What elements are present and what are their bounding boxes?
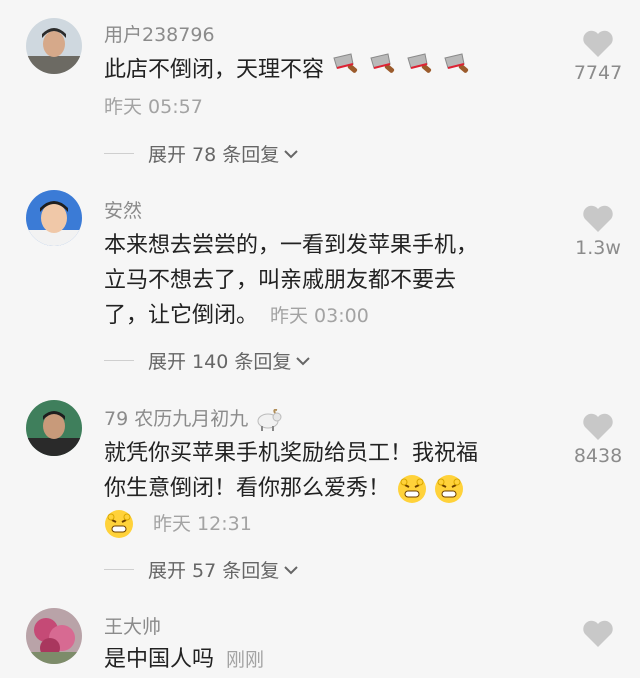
divider xyxy=(104,569,134,570)
chevron-down-icon xyxy=(284,565,298,574)
username-text: 79 农历九月初九 xyxy=(104,408,249,430)
heart-icon xyxy=(583,620,613,647)
replies-label: 展开 140 条回复 xyxy=(148,351,292,373)
comment-text: 就凭你买苹果手机奖励给员工！我祝福 你生意倒闭！看你那么爱秀！ 昨天 12:31 xyxy=(104,436,544,542)
like-button[interactable] xyxy=(568,620,628,648)
comment-text: 是中国人吗 刚刚 xyxy=(104,642,544,678)
comment-meta-line: 昨天 12:31 xyxy=(104,506,544,542)
comment-username[interactable]: 用户238796 xyxy=(104,20,215,47)
avatar[interactable] xyxy=(26,190,82,246)
grimace-emoji xyxy=(435,475,464,503)
heart-icon xyxy=(583,413,613,440)
comment-text-line-2: 你生意倒闭！看你那么爱秀！ xyxy=(104,471,544,506)
replies-label: 展开 78 条回复 xyxy=(148,144,280,166)
comment-text-content: 是中国人吗 xyxy=(104,647,215,672)
expand-replies-button[interactable]: 展开 57 条回复 xyxy=(104,556,299,583)
comment-text-line: 本来想去尝尝的，一看到发苹果手机， xyxy=(104,233,479,258)
like-count: 8438 xyxy=(573,445,623,467)
expand-replies-button[interactable]: 展开 78 条回复 xyxy=(104,140,299,167)
comment-text-line-last: 了，让它倒闭。 昨天 03:00 xyxy=(104,298,544,334)
comment-text-line: 了，让它倒闭。 xyxy=(104,303,259,328)
comment-time: 刚刚 xyxy=(226,649,265,671)
comment-text: 本来想去尝尝的，一看到发苹果手机， 立马不想去了，叫亲戚朋友都不要去 了，让它倒… xyxy=(104,228,544,334)
comment-username[interactable]: 王大帅 xyxy=(104,612,161,639)
comment-text-line: 立马不想去了，叫亲戚朋友都不要去 xyxy=(104,268,457,293)
grimace-emoji xyxy=(398,475,427,503)
comment-time: 昨天 05:57 xyxy=(104,96,203,118)
chevron-down-icon xyxy=(284,149,298,158)
comment-username[interactable]: 79 农历九月初九 xyxy=(104,404,282,431)
goat-icon xyxy=(257,408,282,431)
comment-username[interactable]: 安然 xyxy=(104,196,142,223)
like-button[interactable]: 7747 xyxy=(568,30,628,84)
cleaver-emoji xyxy=(442,52,472,89)
cleaver-emoji xyxy=(405,52,435,89)
like-count: 1.3w xyxy=(575,237,621,259)
heart-icon xyxy=(583,205,613,232)
replies-label: 展开 57 条回复 xyxy=(148,560,280,582)
divider xyxy=(104,153,134,154)
cleaver-emoji xyxy=(368,52,398,89)
grimace-emoji xyxy=(105,510,133,538)
expand-replies-button[interactable]: 展开 140 条回复 xyxy=(104,347,311,374)
comment-time: 昨天 12:31 xyxy=(153,513,252,535)
avatar[interactable] xyxy=(26,400,82,456)
like-button[interactable]: 8438 xyxy=(568,413,628,467)
comment-text-line: 就凭你买苹果手机奖励给员工！我祝福 xyxy=(104,441,479,466)
comment-text-line: 你生意倒闭！看你那么爱秀！ xyxy=(104,476,391,501)
like-count: 7747 xyxy=(573,62,623,84)
cleaver-emoji xyxy=(331,52,361,89)
avatar[interactable] xyxy=(26,18,82,74)
avatar[interactable] xyxy=(26,608,82,664)
comment-text: 此店不倒闭，天理不容 xyxy=(104,52,544,89)
heart-icon xyxy=(583,30,613,57)
like-button[interactable]: 1.3w xyxy=(568,205,628,259)
divider xyxy=(104,360,134,361)
chevron-down-icon xyxy=(296,356,311,365)
comment-time: 昨天 03:00 xyxy=(270,305,369,327)
comment-text-content: 此店不倒闭，天理不容 xyxy=(104,57,325,83)
